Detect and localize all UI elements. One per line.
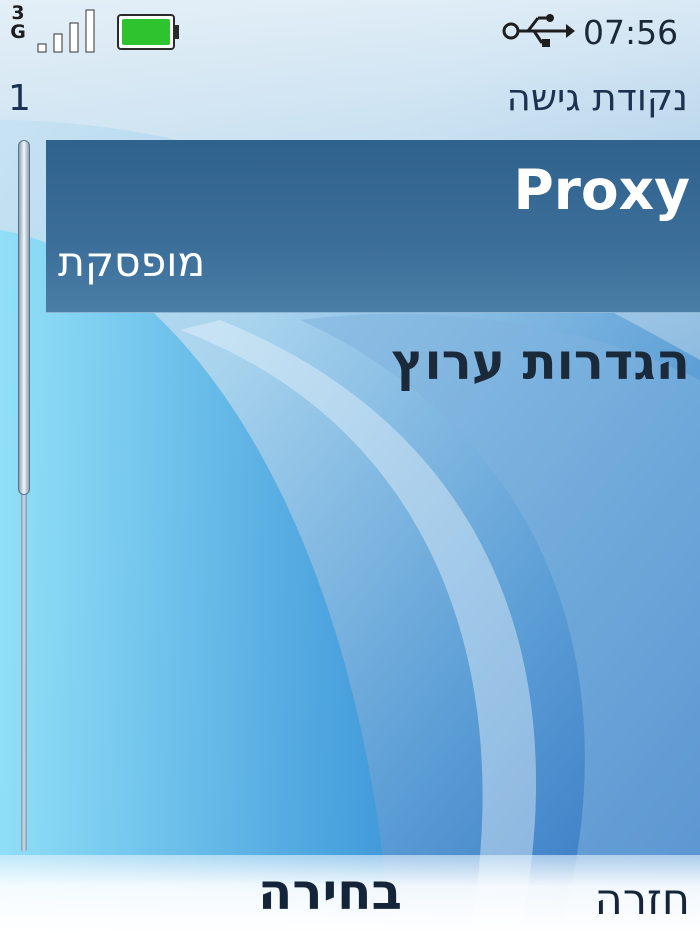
scrollbar-thumb[interactable] <box>18 140 30 495</box>
title-bar: 1 נקודת גישה <box>0 74 700 128</box>
battery-icon <box>117 14 179 50</box>
back-softkey[interactable]: חזרה <box>595 875 690 925</box>
list-item-label: הגדרות ערוץ <box>391 333 690 391</box>
page-title: נקודת גישה <box>506 76 688 119</box>
signal-strength-icon <box>37 9 95 53</box>
list-item-value: מופסקת <box>58 238 206 286</box>
scrollbar[interactable] <box>17 140 31 852</box>
page-index: 1 <box>8 78 31 119</box>
settings-list: Proxy מופסקת הגדרות ערוץ <box>46 140 700 403</box>
network-type-letter: G <box>10 21 26 43</box>
network-type-indicator: 3 G <box>6 4 30 42</box>
clock: 07:56 <box>583 13 679 52</box>
usb-icon <box>502 14 575 47</box>
status-bar: 3 G 07:56 <box>0 0 700 70</box>
select-softkey[interactable]: בחירה <box>258 863 402 921</box>
softkey-bar: בחירה חזרה <box>0 855 700 933</box>
list-item-channel-settings[interactable]: הגדרות ערוץ <box>46 313 700 403</box>
list-item-proxy[interactable]: Proxy מופסקת <box>46 140 700 313</box>
list-item-label: Proxy <box>513 158 690 222</box>
